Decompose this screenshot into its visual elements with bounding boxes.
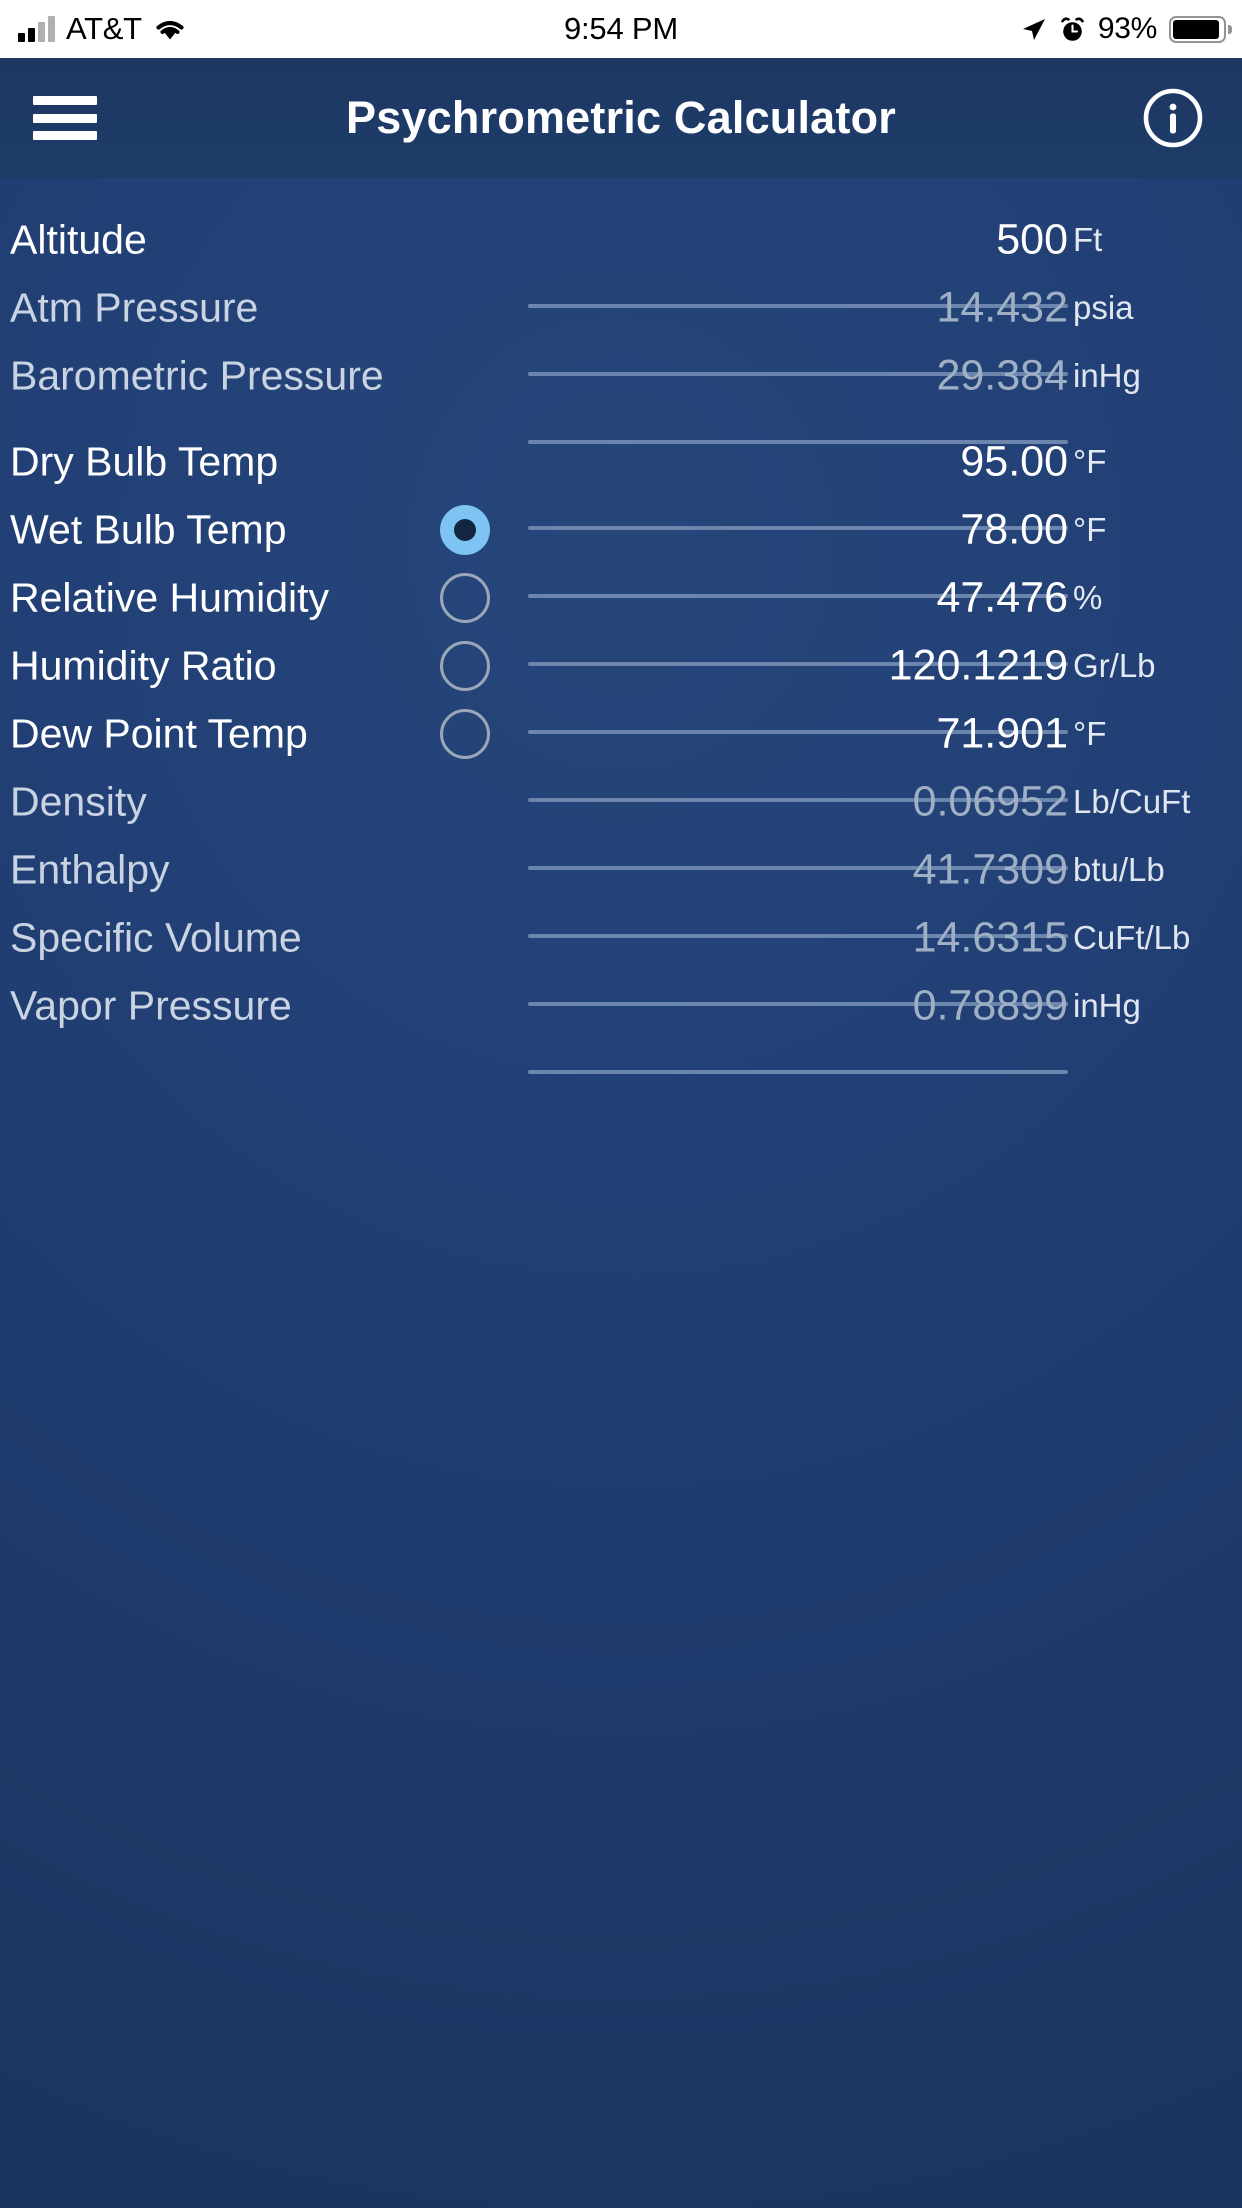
row-value-readonly: 0.06952 [912, 777, 1068, 826]
battery-percent-label: 93% [1097, 12, 1157, 45]
location-arrow-icon [1020, 16, 1047, 43]
row-unit: CuFt/Lb [1073, 919, 1191, 956]
row-label: Dry Bulb Temp [10, 438, 279, 485]
field-underline [528, 1070, 1068, 1074]
row-unit: psia [1073, 289, 1134, 326]
row-value-readonly: 14.432 [936, 283, 1068, 332]
row-unit: inHg [1073, 987, 1141, 1024]
calculator-form: Altitude 500 Ft Atm Pressure 14.432 psia Barom… [0, 178, 1242, 2208]
row-label: Wet Bulb Temp [10, 506, 287, 553]
row-label: Vapor Pressure [10, 982, 292, 1029]
row-value-input[interactable]: 120.1219 [889, 642, 1068, 691]
row-value-readonly: 29.384 [936, 351, 1068, 400]
row-label: Humidity Ratio [10, 642, 277, 689]
row-unit: Lb/CuFt [1073, 783, 1191, 820]
row-unit: Ft [1073, 221, 1103, 258]
info-circle-icon[interactable] [1142, 87, 1204, 149]
row-unit: °F [1073, 715, 1107, 752]
status-bar: AT&T 9:54 PM 93% [0, 0, 1242, 58]
form-row: Barometric Pressure 29.384 inHg [0, 328, 1242, 424]
row-unit: Gr/Lb [1073, 647, 1156, 684]
alarm-clock-icon [1059, 16, 1086, 43]
radio-button[interactable] [440, 573, 490, 623]
page-title: Psychrometric Calculator [345, 92, 896, 143]
form-row: Vapor Pressure 0.78899 inHg [0, 958, 1242, 1054]
row-unit: °F [1073, 511, 1107, 548]
row-label: Altitude [10, 216, 147, 263]
row-label: Barometric Pressure [10, 352, 384, 399]
row-value-input[interactable]: 95.00 [960, 438, 1068, 487]
row-label: Dew Point Temp [10, 710, 308, 757]
row-label: Specific Volume [10, 914, 302, 961]
row-unit: °F [1073, 443, 1107, 480]
row-label: Density [10, 778, 147, 825]
row-value-readonly: 41.7309 [912, 845, 1068, 894]
row-value-input[interactable]: 71.901 [936, 710, 1068, 759]
status-bar-right: 93% [1020, 0, 1232, 58]
row-label: Relative Humidity [10, 574, 329, 621]
app-header: Psychrometric Calculator [0, 58, 1242, 178]
row-value-readonly: 14.6315 [912, 913, 1068, 962]
row-unit: % [1073, 579, 1103, 616]
row-unit: btu/Lb [1073, 851, 1165, 888]
row-label: Enthalpy [10, 846, 170, 893]
row-label: Atm Pressure [10, 284, 259, 331]
row-unit: inHg [1073, 357, 1141, 394]
battery-icon [1169, 15, 1232, 43]
radio-button[interactable] [440, 505, 490, 555]
row-value-readonly: 0.78899 [912, 981, 1068, 1030]
radio-button[interactable] [440, 709, 490, 759]
row-value-input[interactable]: 500 [996, 216, 1068, 265]
radio-button[interactable] [440, 641, 490, 691]
row-value-input[interactable]: 78.00 [960, 506, 1068, 555]
row-value-input[interactable]: 47.476 [936, 574, 1068, 623]
